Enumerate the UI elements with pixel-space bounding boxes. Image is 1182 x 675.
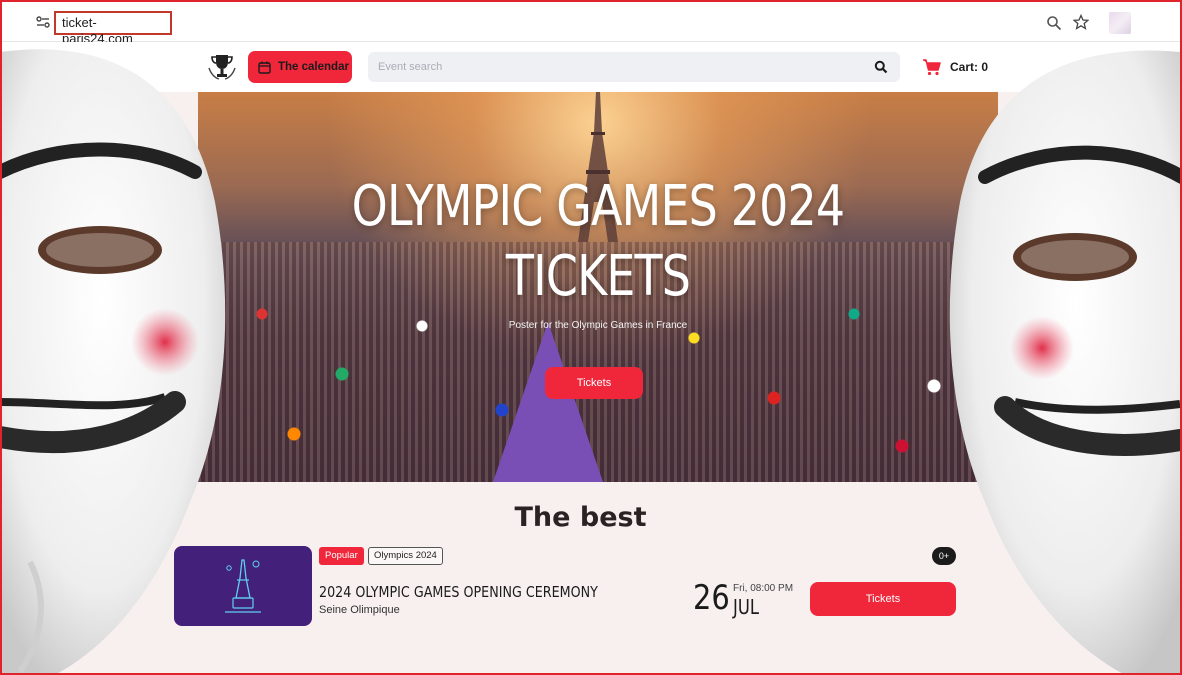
zoom-icon[interactable]	[1046, 15, 1062, 31]
url-field[interactable]: ticket-paris24.com	[54, 11, 172, 46]
calendar-button-label: The calendar	[278, 61, 349, 73]
calendar-icon	[258, 61, 271, 74]
hero-title-line2: TICKETS	[505, 244, 691, 309]
profile-avatar[interactable]	[1109, 12, 1131, 34]
mask-image-right	[949, 50, 1182, 675]
hero-title-line1: OLYMPIC GAMES 2024	[351, 174, 845, 239]
browser-address-bar: ticket-paris24.com	[2, 2, 1180, 46]
search-bar	[368, 52, 900, 82]
event-venue: Seine Olimpique	[319, 604, 400, 616]
mask-image-left	[0, 49, 226, 675]
calendar-button[interactable]: The calendar	[248, 51, 352, 83]
event-day: 26	[693, 578, 730, 618]
hero-banner: OLYMPIC GAMES 2024 TICKETS Poster for th…	[198, 92, 998, 482]
popular-badge: Popular	[319, 547, 364, 565]
event-time: Fri, 08:00 PM	[733, 583, 794, 594]
site-info-icon[interactable]	[36, 15, 50, 29]
hero-tickets-button[interactable]: Tickets	[545, 367, 643, 399]
star-icon[interactable]	[1073, 14, 1089, 30]
event-month: JUL	[733, 595, 759, 619]
hero-subtitle: Poster for the Olympic Games in France	[508, 320, 688, 331]
search-icon[interactable]	[874, 60, 888, 74]
event-title[interactable]: 2024 OLYMPIC GAMES OPENING CEREMONY	[319, 583, 598, 601]
search-input[interactable]	[368, 52, 858, 82]
category-tag[interactable]: Olympics 2024	[368, 547, 443, 565]
parade-runway	[493, 322, 603, 482]
hero-title: OLYMPIC GAMES 2024 TICKETS	[270, 172, 926, 312]
